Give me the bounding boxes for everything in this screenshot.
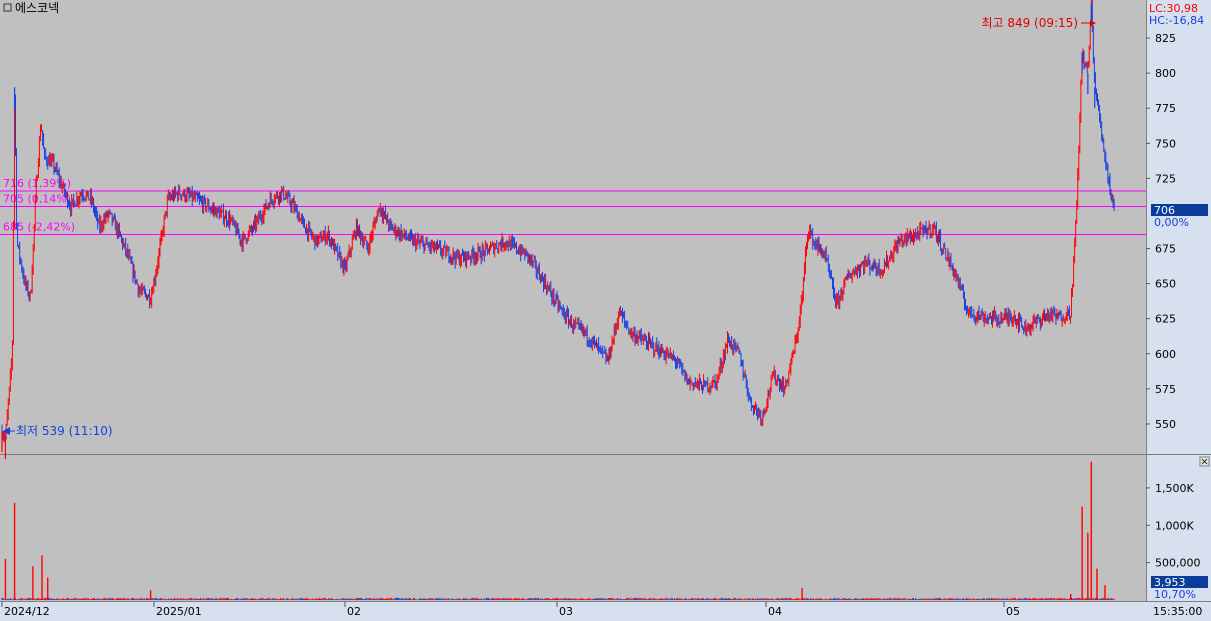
low-annotation: 최저 539 (11:10) [16, 424, 113, 438]
chart-background [0, 0, 1211, 621]
volume-tick-label: 1,500K [1155, 482, 1194, 495]
chart-canvas[interactable]: 에스코넥 LC:30,98 HC:-16,84 8258007757507256… [0, 0, 1211, 621]
y-tick-label: 625 [1155, 313, 1176, 326]
y-axis-panel [1147, 0, 1211, 602]
y-tick-label: 725 [1155, 172, 1176, 185]
current-change: 0,00% [1154, 216, 1189, 229]
y-tick-label: 675 [1155, 243, 1176, 256]
y-tick-label: 600 [1155, 348, 1176, 361]
x-tick-label: 04 [768, 605, 782, 618]
volume-tick-label: 500,000 [1155, 557, 1201, 570]
stock-chart-window: 에스코넥 LC:30,98 HC:-16,84 825 800 775 750 725 6… [0, 0, 1211, 621]
x-tick-label: 02 [347, 605, 361, 618]
time-label: 15:35:00 [1153, 605, 1202, 618]
stock-title: 에스코넥 [15, 1, 59, 15]
y-tick-label: 800 [1155, 67, 1176, 80]
current-volume-pct: 10,70% [1154, 588, 1196, 601]
high-annotation: 최고 849 (09:15) [981, 16, 1078, 30]
guide-label: 705 (0,14%) [3, 192, 71, 205]
y-tick-label: 750 [1155, 137, 1176, 150]
x-tick-label: 2024/12 [4, 605, 50, 618]
volume-tick-label: 1,000K [1155, 519, 1194, 532]
y-tick-label: 550 [1155, 418, 1176, 431]
y-tick-label: 650 [1155, 278, 1176, 291]
x-tick-label: 2025/01 [156, 605, 202, 618]
x-tick-label: 05 [1006, 605, 1020, 618]
x-tick-label: 03 [559, 605, 573, 618]
y-tick-label: 825 [1155, 32, 1176, 45]
y-tick-label: 775 [1155, 102, 1176, 115]
hc-label: HC:-16,84 [1149, 14, 1204, 27]
y-tick-label: 575 [1155, 383, 1176, 396]
